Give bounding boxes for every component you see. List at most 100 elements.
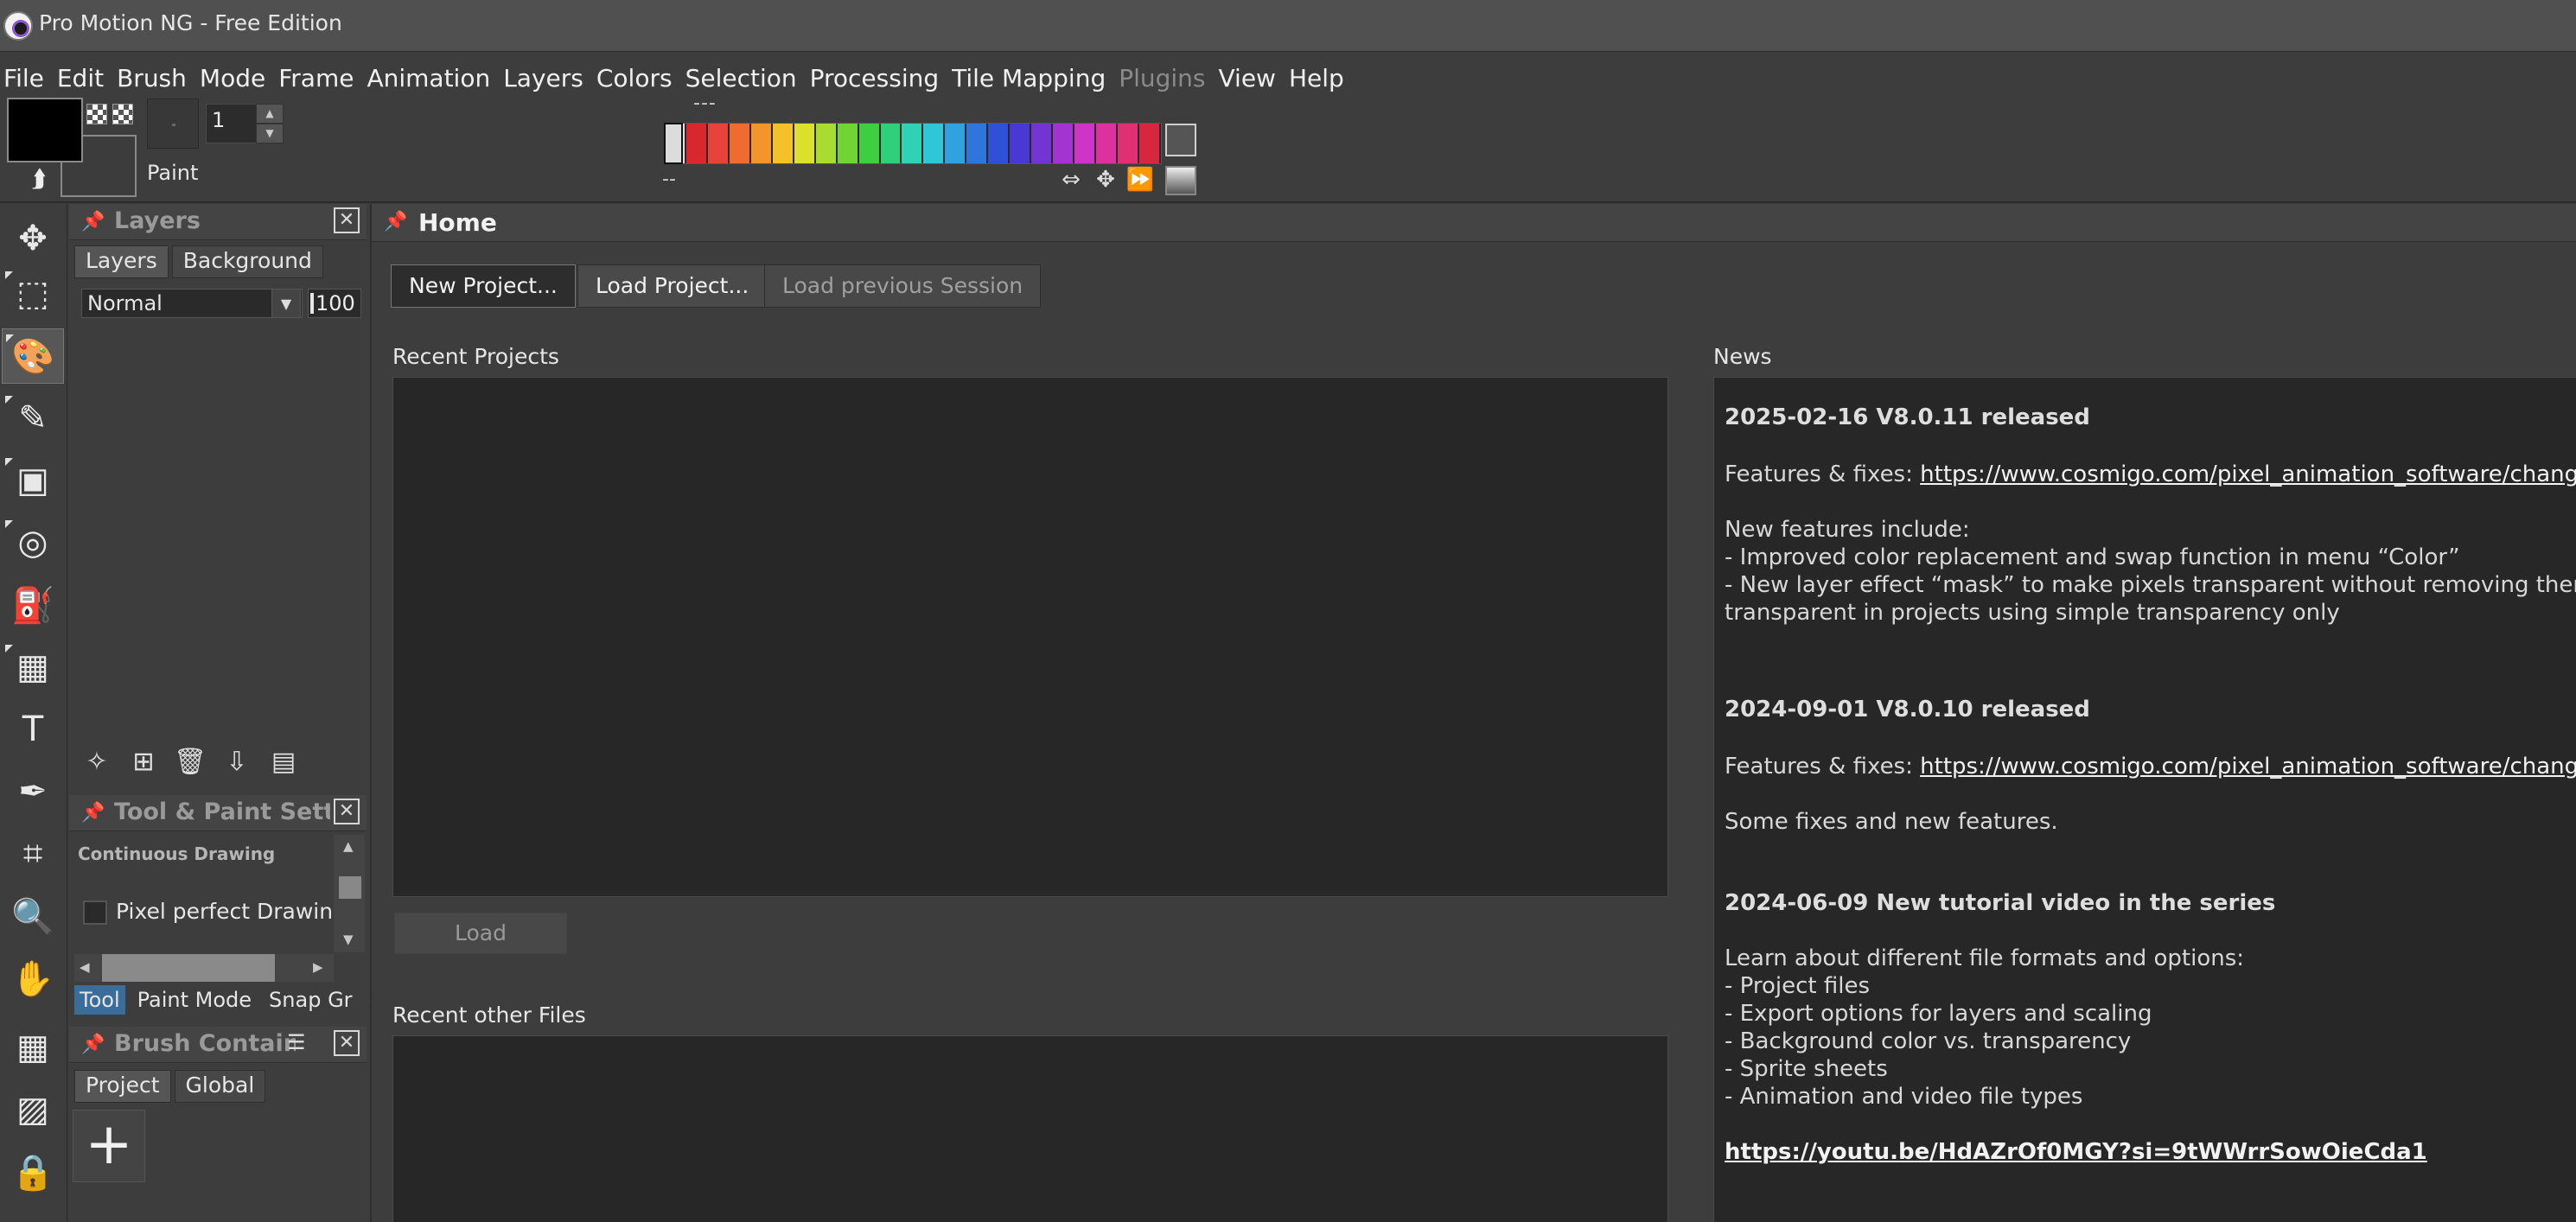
pixel-perfect-checkbox[interactable]: [83, 901, 107, 925]
palette-swatch[interactable]: [750, 124, 773, 163]
menu-view[interactable]: View: [1219, 64, 1284, 92]
palette-swatch[interactable]: [880, 124, 902, 163]
tab-global[interactable]: Global: [174, 1070, 266, 1103]
palette-range-icon[interactable]: ⇔: [1056, 166, 1086, 194]
new-layer-icon[interactable]: ✧: [78, 743, 116, 781]
scroll-up-icon[interactable]: ▲: [343, 838, 354, 854]
palette-selection-marker[interactable]: [664, 123, 683, 164]
menu-plugins[interactable]: Plugins: [1119, 64, 1213, 92]
tab-paint-mode[interactable]: Paint Mode: [132, 985, 257, 1015]
pattern-icon[interactable]: [86, 104, 107, 124]
reference-tool-icon[interactable]: ▨: [2, 1082, 64, 1137]
crop-tool-icon[interactable]: ⌗: [2, 826, 64, 881]
recent-files-list[interactable]: [392, 1035, 1668, 1222]
tool-panel-vscrollbar[interactable]: ▲ ▼: [334, 835, 365, 952]
palette-menu-icon[interactable]: [1165, 124, 1196, 156]
spin-up-icon[interactable]: ▲: [256, 104, 284, 124]
brush-size-input[interactable]: 1: [206, 104, 258, 143]
palette-swatch[interactable]: [794, 124, 816, 163]
palette-swatch[interactable]: [988, 124, 1011, 163]
zoom-tool-icon[interactable]: 🔍: [2, 888, 64, 944]
menu-colors[interactable]: Colors: [596, 64, 680, 92]
palette-swatch[interactable]: [1118, 124, 1139, 163]
menu-edit[interactable]: Edit: [57, 64, 112, 92]
close-icon[interactable]: ✕: [334, 1030, 360, 1056]
palette-swatch[interactable]: [902, 124, 924, 163]
palette-swatch[interactable]: [707, 124, 730, 163]
palette-swatch[interactable]: [1074, 124, 1097, 163]
grid-tool-icon[interactable]: ▦: [2, 1020, 64, 1075]
recent-projects-list[interactable]: [392, 377, 1668, 897]
palette-swatch[interactable]: [1053, 124, 1075, 163]
pin-icon[interactable]: 📌: [81, 211, 105, 233]
video-link[interactable]: https://youtu.be/HdAZrOf0MGY?si=9tWWrrSo…: [1725, 1138, 2427, 1166]
delete-layer-icon[interactable]: 🗑: [171, 743, 209, 781]
menu-layers[interactable]: Layers: [503, 64, 591, 92]
color-palette[interactable]: [664, 123, 1162, 164]
spin-down-icon[interactable]: ▼: [256, 124, 284, 143]
pattern-alt-icon[interactable]: [112, 104, 133, 124]
palette-cycle-icon[interactable]: ✥: [1091, 166, 1120, 194]
rectangle-tool-icon[interactable]: ▣: [2, 453, 64, 508]
hand-tool-icon[interactable]: ✋: [2, 951, 64, 1006]
brush-size-spinner[interactable]: ▲ ▼: [256, 104, 284, 143]
lock-tool-icon[interactable]: 🔒: [2, 1144, 64, 1200]
menu-selection[interactable]: Selection: [685, 64, 805, 92]
tile-tool-icon[interactable]: ▦: [2, 640, 64, 695]
tab-layers[interactable]: Layers: [74, 245, 169, 278]
pencil-tool-icon[interactable]: ✎: [2, 391, 64, 446]
tool-panel-hscrollbar[interactable]: ◀ ▶: [74, 954, 334, 982]
layer-settings-icon[interactable]: ▤: [265, 743, 303, 781]
close-icon[interactable]: ✕: [334, 799, 360, 824]
swap-colors-icon[interactable]: ⮭: [26, 166, 52, 192]
scroll-left-icon[interactable]: ◀: [80, 959, 90, 975]
add-brush-button[interactable]: +: [73, 1110, 145, 1182]
tab-snap-grid[interactable]: Snap Gr: [264, 985, 357, 1015]
layer-opacity-input[interactable]: 100: [308, 289, 361, 318]
menu-brush[interactable]: Brush: [117, 64, 194, 92]
merge-layer-icon[interactable]: ⇩: [218, 743, 256, 781]
tab-background[interactable]: Background: [171, 245, 323, 278]
text-tool-icon[interactable]: T: [2, 702, 64, 757]
scroll-thumb[interactable]: [339, 876, 361, 899]
tab-project[interactable]: Project: [74, 1070, 171, 1103]
add-layer-icon[interactable]: ⊞: [124, 743, 163, 781]
brush-tool-icon[interactable]: 🎨: [2, 328, 64, 384]
menu-processing[interactable]: Processing: [810, 64, 947, 92]
palette-swatch[interactable]: [837, 124, 859, 163]
pixel-perfect-label[interactable]: Pixel perfect Drawing: [116, 899, 347, 924]
palette-swatch[interactable]: [966, 124, 989, 163]
brush-preview[interactable]: [147, 99, 199, 149]
load-project-button[interactable]: Load Project...: [577, 264, 768, 308]
eyedropper-tool-icon[interactable]: ✒: [2, 764, 64, 819]
new-project-button[interactable]: New Project...: [391, 264, 576, 308]
pin-icon[interactable]: 📌: [81, 1034, 105, 1056]
palette-swatch[interactable]: [858, 124, 881, 163]
scroll-thumb[interactable]: [102, 954, 275, 982]
palette-gradient-icon[interactable]: [1165, 166, 1196, 195]
fill-tool-icon[interactable]: ⛽: [2, 577, 64, 633]
pin-icon[interactable]: 📌: [81, 802, 105, 824]
rect-select-tool-icon[interactable]: ⬚: [2, 266, 64, 321]
palette-swatch[interactable]: [1096, 124, 1119, 163]
move-tool-icon[interactable]: ✥: [2, 211, 64, 266]
changelog-link[interactable]: https://www.cosmigo.com/pixel_animation_…: [1920, 754, 2576, 780]
primary-color-swatch[interactable]: [7, 98, 83, 162]
palette-swatch[interactable]: [1010, 124, 1032, 163]
scroll-down-icon[interactable]: ▼: [343, 932, 354, 947]
menu-file[interactable]: File: [3, 64, 52, 92]
changelog-link[interactable]: https://www.cosmigo.com/pixel_animation_…: [1920, 461, 2576, 487]
menu-frame[interactable]: Frame: [278, 64, 361, 92]
palette-swatch[interactable]: [685, 124, 708, 163]
palette-swatch[interactable]: [1031, 124, 1054, 163]
menu-animation[interactable]: Animation: [367, 64, 498, 92]
menu-tile-mapping[interactable]: Tile Mapping: [952, 64, 1113, 92]
chevron-down-icon[interactable]: ▼: [271, 289, 301, 318]
scroll-right-icon[interactable]: ▶: [313, 959, 323, 975]
palette-swatch[interactable]: [923, 124, 946, 163]
pin-icon[interactable]: 📌: [384, 211, 407, 233]
palette-swatch[interactable]: [729, 124, 751, 163]
palette-swatch[interactable]: [815, 124, 838, 163]
close-icon[interactable]: ✕: [334, 207, 360, 233]
layers-list[interactable]: [76, 328, 365, 752]
